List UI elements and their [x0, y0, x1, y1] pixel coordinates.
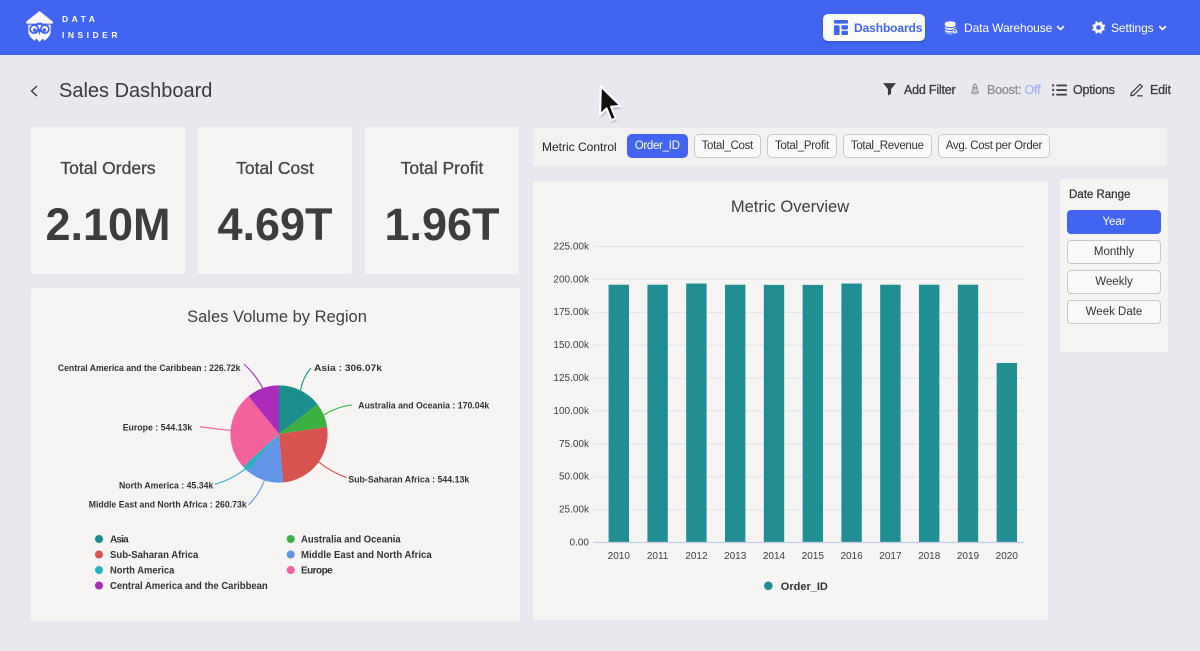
- svg-text:2015: 2015: [802, 551, 825, 562]
- svg-text:2010: 2010: [608, 551, 631, 562]
- svg-text:225.00k: 225.00k: [553, 241, 590, 252]
- svg-text:2017: 2017: [879, 551, 902, 562]
- svg-text:Central America and the Caribb: Central America and the Caribbean: [110, 581, 268, 592]
- svg-text:2020: 2020: [996, 551, 1019, 562]
- svg-text:200.00k: 200.00k: [553, 274, 590, 285]
- svg-text:Asia: Asia: [110, 535, 129, 546]
- svg-text:Sub-Saharan Africa: Sub-Saharan Africa: [110, 550, 199, 561]
- svg-text:0.00: 0.00: [570, 538, 590, 549]
- svg-text:Europe: Europe: [301, 566, 333, 577]
- svg-text:2012: 2012: [685, 551, 708, 562]
- svg-text:Sub-Saharan Africa : 544.13k: Sub-Saharan Africa : 544.13k: [348, 474, 470, 485]
- svg-text:2018: 2018: [918, 551, 941, 562]
- svg-text:2013: 2013: [724, 551, 747, 562]
- svg-text:2016: 2016: [840, 551, 863, 562]
- svg-text:125.00k: 125.00k: [553, 373, 590, 384]
- svg-text:75.00k: 75.00k: [559, 439, 590, 450]
- svg-text:North America: North America: [110, 566, 175, 577]
- svg-text:Australia and Oceania: Australia and Oceania: [301, 535, 401, 546]
- svg-text:175.00k: 175.00k: [553, 307, 590, 318]
- svg-text:2011: 2011: [647, 551, 669, 562]
- svg-text:Middle East and North Africa :: Middle East and North Africa : 260.73k: [89, 499, 248, 510]
- svg-text:Order_ID: Order_ID: [781, 581, 828, 593]
- svg-text:Middle East and North Africa: Middle East and North Africa: [301, 550, 432, 561]
- svg-text:Central America and the Caribb: Central America and the Caribbean : 226.…: [58, 363, 241, 374]
- svg-text:Australia and Oceania : 170.04: Australia and Oceania : 170.04k: [358, 400, 490, 411]
- svg-text:2019: 2019: [957, 551, 980, 562]
- svg-text:Europe : 544.13k: Europe : 544.13k: [123, 423, 193, 434]
- svg-text:North America : 45.34k: North America : 45.34k: [119, 480, 214, 491]
- svg-text:25.00k: 25.00k: [559, 505, 590, 516]
- svg-text:Metric Overview: Metric Overview: [731, 198, 849, 216]
- svg-text:50.00k: 50.00k: [559, 472, 590, 483]
- svg-text:150.00k: 150.00k: [553, 340, 590, 351]
- svg-text:Asia : 306.07k: Asia : 306.07k: [314, 363, 383, 374]
- svg-text:2014: 2014: [763, 551, 786, 562]
- svg-text:100.00k: 100.00k: [553, 406, 590, 417]
- svg-text:Sales Volume by Region: Sales Volume by Region: [187, 308, 367, 326]
